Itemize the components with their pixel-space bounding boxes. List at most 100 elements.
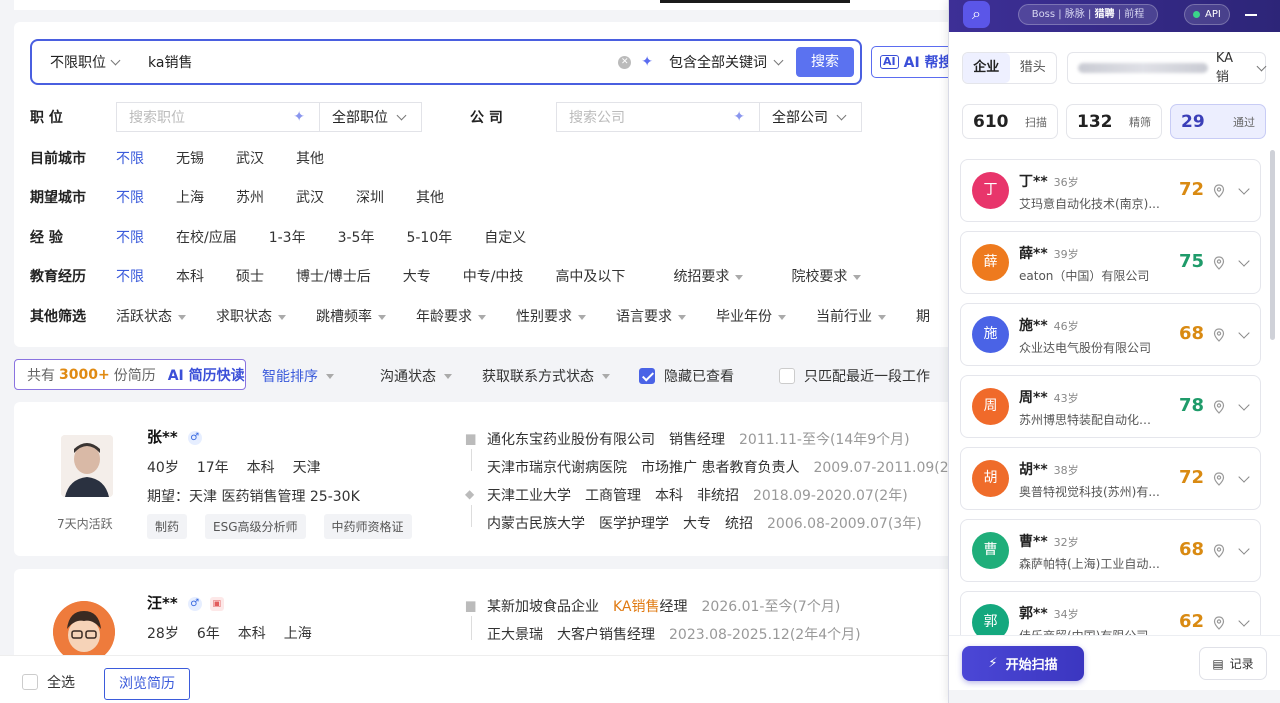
option-city[interactable]: 苏州 [236,187,264,207]
checkbox-checked[interactable] [639,368,655,384]
option-degree[interactable]: 中专/中技 [463,266,524,286]
candidate-name: 施** 46岁 [1019,318,1079,334]
graduation-year-dropdown[interactable]: 毕业年份 [716,306,786,326]
ai-quick-read-button[interactable]: AI 简历快读 [168,365,245,385]
chevron-down-icon[interactable] [1238,255,1250,267]
search-input[interactable]: ka销售 [140,52,618,72]
candidate-name[interactable]: 张** ♂ [147,426,202,447]
position-search-input[interactable]: 搜索职位 ✦ [116,102,320,132]
tab-enterprise[interactable]: 企业 [963,53,1010,83]
job-hop-dropdown[interactable]: 跳槽频率 [316,306,386,326]
position-select[interactable]: 不限职位 [32,52,140,72]
chevron-down-icon[interactable] [1238,471,1250,483]
contact-status-dropdown[interactable]: 沟通状态 [380,366,452,386]
panel-candidate-item[interactable]: 周周** 43岁 苏州博思特装配自动化科... 78 [960,375,1261,438]
option-experience[interactable]: 1-3年 [269,227,306,247]
option-unlimited[interactable]: 不限 [116,266,144,286]
option-city[interactable]: 武汉 [296,187,324,207]
option-unlimited[interactable]: 不限 [116,227,144,247]
job-status-dropdown[interactable]: 求职状态 [216,306,286,326]
position-all-select[interactable]: 全部职位 [320,102,422,132]
location-pin-icon[interactable] [1213,544,1225,558]
building-icon: ▆ [466,598,476,612]
chevron-down-icon[interactable] [1238,183,1250,195]
option-unlimited[interactable]: 不限 [116,148,144,168]
select-all-checkbox[interactable]: 全选 [22,672,75,692]
option-other[interactable]: 其他 [416,187,444,207]
smart-sort-dropdown[interactable]: 智能排序 [262,366,334,386]
location-pin-icon[interactable] [1213,256,1225,270]
location-pin-icon[interactable] [1213,400,1225,414]
option-degree[interactable]: 博士/博士后 [296,266,371,286]
checkbox[interactable] [22,674,38,690]
log-button[interactable]: ▤ 记录 [1199,647,1267,680]
chevron-down-icon[interactable] [1238,615,1250,627]
stat-scanned[interactable]: 610 扫描 [962,104,1058,139]
panel-candidate-item[interactable]: 施施** 46岁 众业达电气股份有限公司 68 [960,303,1261,366]
sparkle-icon[interactable]: ✦ [641,54,653,70]
clear-icon[interactable]: ✕ [618,55,632,69]
option-other[interactable]: 其他 [296,148,324,168]
search-button[interactable]: 搜索 [796,47,854,77]
chevron-down-icon[interactable] [1238,399,1250,411]
location-pin-icon[interactable] [1213,328,1225,342]
age-dropdown[interactable]: 年龄要求 [416,306,486,326]
expected-dropdown[interactable]: 期 [916,306,930,326]
location-pin-icon[interactable] [1213,184,1225,198]
option-city[interactable]: 深圳 [356,187,384,207]
location-pin-icon[interactable] [1213,472,1225,486]
panel-candidate-item[interactable]: 丁丁** 36岁 艾玛意自动化技术(南京)... 72 [960,159,1261,222]
ai-help-button[interactable]: AI AI 帮搜 [871,46,948,78]
company-all-select[interactable]: 全部公司 [760,102,862,132]
option-degree[interactable]: 本科 [176,266,204,286]
panel-candidate-item[interactable]: 郭郭**34岁佳乐商贸(中国)有限公司 62 [960,591,1261,635]
option-city[interactable]: 无锡 [176,148,204,168]
option-custom[interactable]: 自定义 [484,227,526,247]
scrollbar[interactable] [1270,150,1275,340]
option-experience[interactable]: 5-10年 [406,227,452,247]
platform-switch[interactable]: Boss | 脉脉 | 猎聘 | 前程 [1018,4,1158,25]
language-dropdown[interactable]: 语言要求 [616,306,686,326]
match-recent-checkbox[interactable]: 只匹配最近一段工作 [779,366,930,386]
option-degree[interactable]: 高中及以下 [555,266,625,286]
gender-dropdown[interactable]: 性别要求 [516,306,586,326]
platform-active[interactable]: 猎聘 [1095,9,1115,20]
stat-filtered[interactable]: 132 精筛 [1066,104,1162,139]
tab-headhunter[interactable]: 猎头 [1010,53,1057,83]
company-search-input[interactable]: 搜索公司 ✦ [556,102,760,132]
chevron-down-icon[interactable] [1238,327,1250,339]
api-status[interactable]: API [1184,4,1230,25]
keyword-mode-select[interactable]: 包含全部关键词 [669,52,784,72]
active-status-dropdown[interactable]: 活跃状态 [116,306,186,326]
candidate-card[interactable]: 7天内活跃 张** ♂ 40岁 17年 本科 天津 期望：天津 医药销售管理 25-30… [14,402,948,556]
contact-method-dropdown[interactable]: 获取联系方式状态 [482,366,610,386]
filter-row-other: 其他筛选 活跃状态 求职状态 跳槽频率 年龄要求 性别要求 语言要求 毕业年份 … [30,306,948,326]
option-experience[interactable]: 3-5年 [338,227,375,247]
browse-resume-button[interactable]: 浏览简历 [104,668,190,700]
stat-passed[interactable]: 29 通过 [1170,104,1266,139]
job-select[interactable]: KA销 [1067,51,1267,85]
option-degree[interactable]: 硕士 [236,266,264,286]
filter-label: 职 位 [30,110,63,126]
panel-candidate-item[interactable]: 曹曹** 32岁 森萨帕特(上海)工业自动... 68 [960,519,1261,582]
unified-enrollment-dropdown[interactable]: 统招要求 [673,266,743,286]
minimize-icon[interactable] [1245,14,1257,16]
chevron-down-icon[interactable] [1238,543,1250,555]
candidate-name[interactable]: 汪** ♂ ▣ [147,592,224,613]
avatar-photo-icon [61,435,113,497]
start-scan-button[interactable]: ⚡ 开始扫描 [962,646,1084,681]
industry-dropdown[interactable]: 当前行业 [816,306,886,326]
location-pin-icon[interactable] [1213,616,1225,630]
candidate-company: 众业达电气股份有限公司 [1019,341,1152,355]
option-degree[interactable]: 大专 [403,266,431,286]
panel-candidate-item[interactable]: 薛薛** 39岁 eaton（中国）有限公司 75 [960,231,1261,294]
option-city[interactable]: 武汉 [236,148,264,168]
option-city[interactable]: 上海 [176,187,204,207]
option-unlimited[interactable]: 不限 [116,187,144,207]
lightning-icon: ⚡ [988,656,998,671]
school-requirement-dropdown[interactable]: 院校要求 [791,266,861,286]
panel-candidate-item[interactable]: 胡胡** 38岁 奥普特视觉科技(苏州)有... 72 [960,447,1261,510]
option-experience[interactable]: 在校/应届 [176,227,237,247]
hide-viewed-checkbox[interactable]: 隐藏已查看 [639,366,734,386]
checkbox[interactable] [779,368,795,384]
